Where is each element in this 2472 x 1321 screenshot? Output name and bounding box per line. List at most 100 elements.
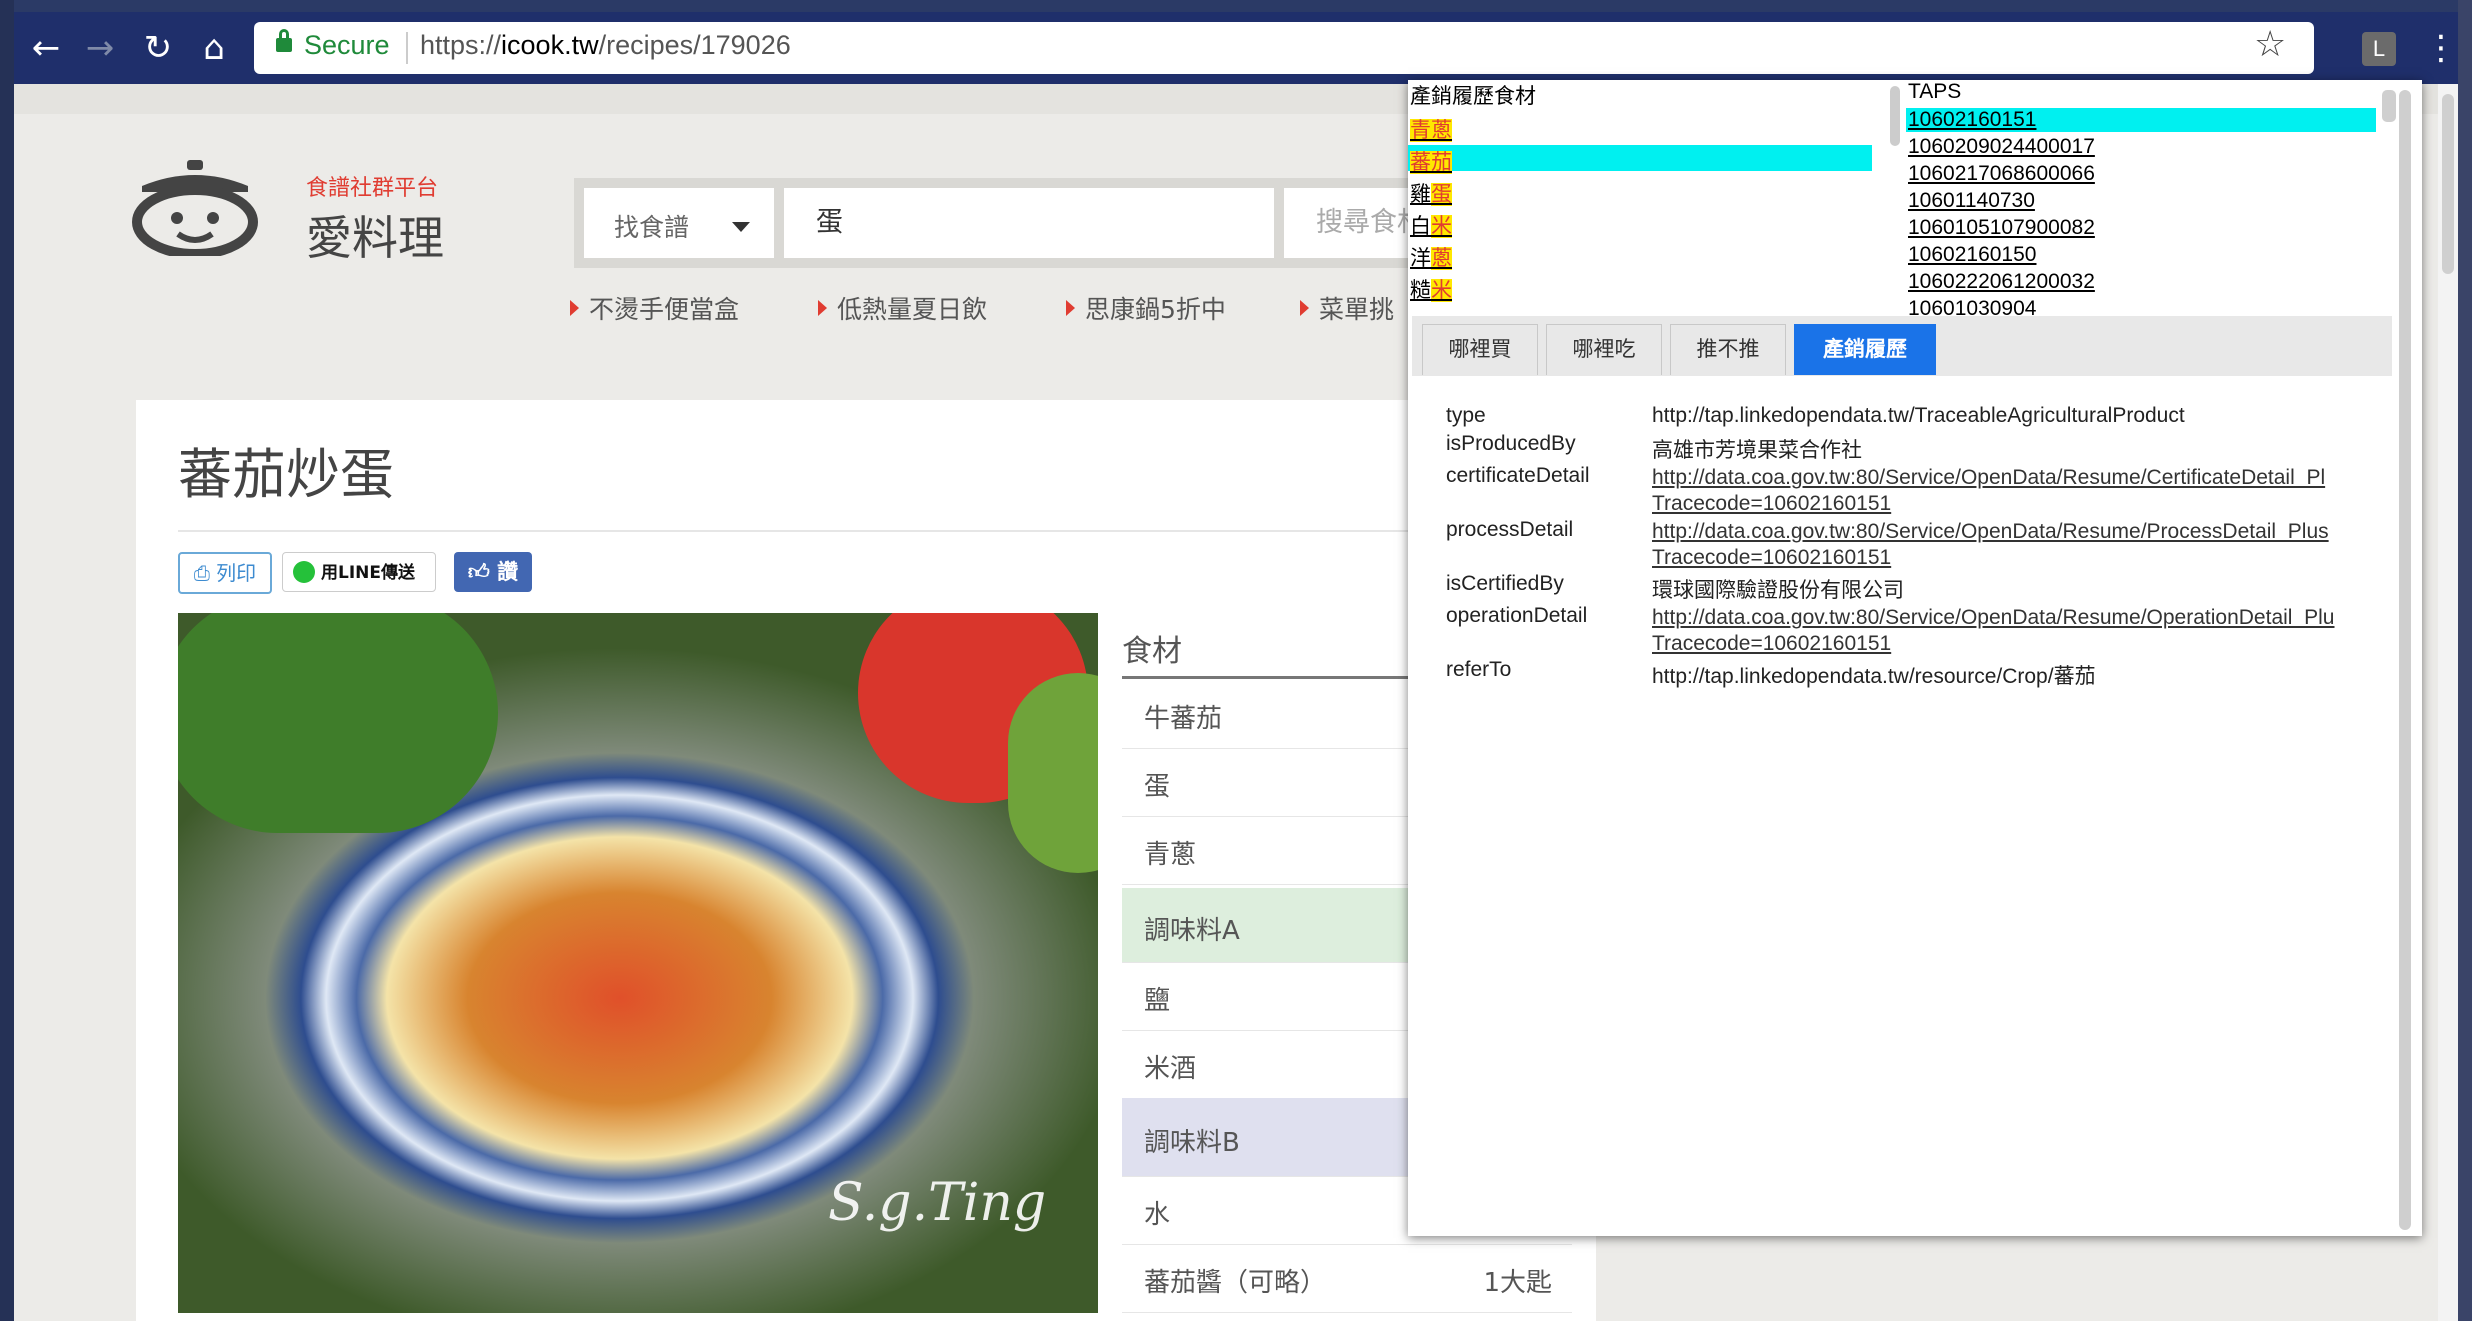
- printer-icon: ⎙: [193, 561, 217, 585]
- address-separator: [406, 32, 408, 64]
- taps-header: TAPS: [1908, 80, 1962, 103]
- reload-icon[interactable]: ↻: [136, 26, 180, 70]
- page-scrollbar[interactable]: [2438, 84, 2458, 1321]
- pot-logo-icon[interactable]: [132, 156, 258, 256]
- recipe-card: 蕃茄炒蛋 ⎙ 列印 用LINE傳送 👍︎ 讚 S.g.Ting 食材 牛蕃茄 蛋…: [136, 400, 1596, 1321]
- prop-key: operationDetail: [1446, 604, 1588, 627]
- ingredient-name: 米酒: [1144, 1054, 1197, 1084]
- food-item-selected[interactable]: 蕃茄: [1410, 146, 1452, 176]
- promo-link[interactable]: 低熱量夏日飲: [818, 290, 987, 326]
- popup-lists: 產銷履歷食材 青蔥 蕃茄 雞蛋 白米 洋蔥 糙米 TAPS 1060216015…: [1408, 80, 2388, 320]
- ingredient-name: 蕃茄醬（可略）: [1144, 1268, 1327, 1298]
- caret-down-icon: [732, 222, 750, 232]
- extension-button[interactable]: L: [2362, 32, 2396, 66]
- ingredient-name: 鹽: [1144, 986, 1171, 1016]
- prop-key: processDetail: [1446, 518, 1574, 541]
- ingredient-name: 牛蕃茄: [1144, 704, 1223, 734]
- food-selection-highlight: [1408, 145, 1872, 171]
- taps-item[interactable]: 10602160150: [1908, 243, 2036, 267]
- ingredient-name: 青蔥: [1144, 840, 1197, 870]
- line-icon: [293, 561, 315, 583]
- popup-scrollbar-thumb[interactable]: [2399, 90, 2411, 1230]
- prop-key: isProducedBy: [1446, 432, 1576, 455]
- prop-link-cont[interactable]: Tracecode=10602160151: [1652, 492, 1891, 516]
- line-share-button[interactable]: 用LINE傳送: [282, 552, 436, 592]
- ingredient-group-name: 調味料B: [1144, 1128, 1240, 1158]
- lock-icon: [276, 29, 292, 52]
- photo-basil: [178, 613, 498, 833]
- site-name[interactable]: 愛料理: [306, 202, 444, 268]
- recipe-photo[interactable]: S.g.Ting: [178, 613, 1098, 1313]
- prop-link-cont[interactable]: Tracecode=10602160151: [1652, 546, 1891, 570]
- url-text[interactable]: https://icook.tw/recipes/179026: [420, 30, 791, 61]
- forward-arrow-icon[interactable]: →: [78, 26, 122, 70]
- ingredient-name: 蛋: [1144, 772, 1171, 802]
- taps-item[interactable]: 1060209024400017: [1908, 135, 2095, 159]
- prop-key: referTo: [1446, 658, 1512, 681]
- window-frame-right: [2458, 0, 2472, 1321]
- kebab-menu-icon[interactable]: ⋮: [2424, 24, 2458, 72]
- promo-link[interactable]: 不燙手便當盒: [570, 290, 739, 326]
- tab-where-to-eat[interactable]: 哪裡吃: [1546, 324, 1662, 375]
- like-button[interactable]: 👍︎ 讚: [454, 552, 532, 592]
- prop-key: isCertifiedBy: [1446, 572, 1564, 595]
- prop-key: type: [1446, 404, 1486, 427]
- promo-link[interactable]: 思康鍋5折中: [1066, 290, 1226, 326]
- url-scheme: https://: [420, 30, 502, 60]
- back-arrow-icon[interactable]: ←: [24, 26, 68, 70]
- ingredient-qty: 1大匙: [1483, 1268, 1552, 1298]
- print-button[interactable]: ⎙ 列印: [178, 552, 272, 594]
- taps-scrollbar[interactable]: [1890, 86, 1900, 146]
- tab-recommend[interactable]: 推不推: [1670, 324, 1786, 375]
- prop-link[interactable]: http://data.coa.gov.tw:80/Service/OpenDa…: [1652, 466, 2325, 490]
- search-input[interactable]: 蛋: [784, 188, 1274, 258]
- bookmark-star-icon[interactable]: ☆: [2254, 24, 2286, 65]
- prop-link-cont[interactable]: Tracecode=10602160151: [1652, 632, 1891, 656]
- search-type-label: 找食譜: [614, 213, 690, 242]
- prop-key: certificateDetail: [1446, 464, 1590, 487]
- popup-scrollbar[interactable]: [2396, 90, 2414, 1230]
- food-item[interactable]: 白米: [1410, 210, 1452, 240]
- line-share-label: 用LINE傳送: [321, 563, 415, 583]
- popup-tab-bar: 哪裡買 哪裡吃 推不推 產銷履歷: [1412, 316, 2392, 376]
- popup-list-scrollbar[interactable]: [2382, 90, 2396, 122]
- ingredients-header: 食材: [1122, 634, 1182, 669]
- ingredient-row: 蕃茄醬（可略） 1大匙: [1122, 1244, 1572, 1313]
- search-type-dropdown[interactable]: 找食譜: [584, 188, 774, 258]
- browser-toolbar: ← → ↻ ⌂ Secure https://icook.tw/recipes/…: [14, 12, 2458, 84]
- food-item[interactable]: 青蔥: [1410, 114, 1452, 144]
- prop-link[interactable]: http://data.coa.gov.tw:80/Service/OpenDa…: [1652, 520, 2329, 544]
- extension-popup: 產銷履歷食材 青蔥 蕃茄 雞蛋 白米 洋蔥 糙米 TAPS 1060216015…: [1408, 80, 2422, 1236]
- title-divider: [178, 530, 1578, 532]
- taps-item[interactable]: 1060105107900082: [1908, 216, 2095, 240]
- window-frame-left: [0, 0, 14, 1321]
- prop-value: 環球國際驗證股份有限公司: [1652, 579, 1904, 602]
- taps-item-selected[interactable]: 10602160151: [1908, 108, 2036, 132]
- prop-value: http://tap.linkedopendata.tw/resource/Cr…: [1652, 665, 2096, 688]
- prop-link[interactable]: http://data.coa.gov.tw:80/Service/OpenDa…: [1652, 606, 2335, 630]
- secure-label: Secure: [304, 30, 390, 60]
- url-domain: icook.tw: [501, 30, 599, 60]
- print-label: 列印: [216, 561, 257, 585]
- taps-item[interactable]: 1060217068600066: [1908, 162, 2095, 186]
- food-item[interactable]: 雞蛋: [1410, 178, 1452, 208]
- window-frame-top: [0, 0, 2472, 12]
- tab-traceability[interactable]: 產銷履歷: [1794, 324, 1936, 375]
- taps-item[interactable]: 1060222061200032: [1908, 270, 2095, 294]
- address-bar[interactable]: Secure https://icook.tw/recipes/179026 ☆: [254, 22, 2314, 74]
- page-scrollbar-thumb[interactable]: [2442, 94, 2454, 274]
- promo-link[interactable]: 菜單挑: [1300, 290, 1394, 326]
- url-path: /recipes/179026: [598, 30, 791, 60]
- home-icon[interactable]: ⌂: [192, 26, 236, 70]
- tab-where-to-buy[interactable]: 哪裡買: [1422, 324, 1538, 375]
- thumbs-up-icon: 👍︎: [467, 560, 498, 584]
- prop-value: 高雄市芳境果菜合作社: [1652, 439, 1862, 462]
- food-list-header: 產銷履歷食材: [1410, 85, 1536, 108]
- site-tagline: 食譜社群平台: [306, 176, 439, 201]
- ingredient-name: 水: [1144, 1200, 1171, 1230]
- photo-signature: S.g.Ting: [828, 1173, 1047, 1233]
- food-item[interactable]: 洋蔥: [1410, 242, 1452, 272]
- taps-item[interactable]: 10601140730: [1908, 189, 2035, 213]
- taps-list: TAPS 10602160151 1060209024400017 106021…: [1886, 80, 2378, 320]
- food-item[interactable]: 糙米: [1410, 274, 1452, 304]
